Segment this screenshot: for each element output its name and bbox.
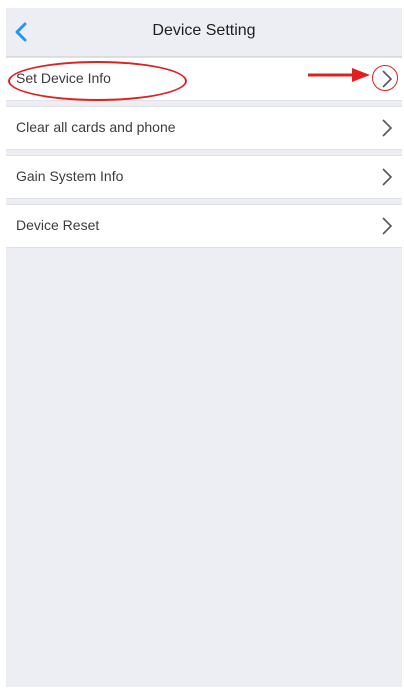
header-bar: Device Setting [6,8,402,57]
chevron-right-icon [382,119,392,137]
chevron-right-icon [382,70,392,88]
device-setting-screen: Device Setting Set Device Info Clear all… [6,8,402,687]
menu-item-label: Gain System Info [16,168,124,184]
menu-item-set-device-info[interactable]: Set Device Info [6,57,402,101]
menu-item-label: Set Device Info [16,70,111,86]
settings-menu: Set Device Info Clear all cards and phon… [6,57,402,253]
page-title: Device Setting [152,22,256,39]
menu-item-device-reset[interactable]: Device Reset [6,204,402,248]
menu-item-label: Device Reset [16,217,100,233]
menu-item-label: Clear all cards and phone [16,119,176,135]
chevron-right-icon [382,168,392,186]
menu-item-gain-system-info[interactable]: Gain System Info [6,155,402,199]
menu-item-clear-all-cards[interactable]: Clear all cards and phone [6,106,402,150]
chevron-right-icon [382,217,392,235]
